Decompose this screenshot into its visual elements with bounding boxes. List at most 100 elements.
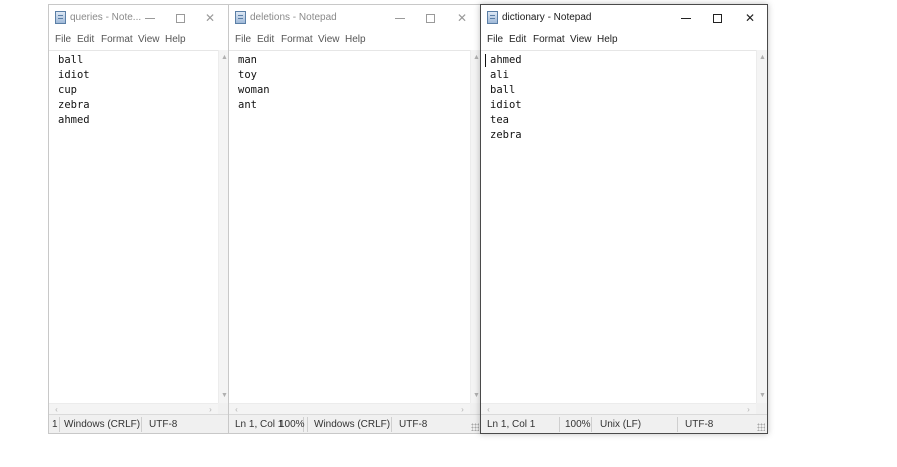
status-zoom: 100% bbox=[565, 419, 591, 430]
close-icon: ✕ bbox=[456, 11, 468, 25]
title-bar[interactable]: queries - Note... ✕ bbox=[49, 5, 229, 31]
minimize-icon bbox=[145, 17, 155, 19]
menu-view[interactable]: View bbox=[570, 34, 592, 45]
close-icon: ✕ bbox=[744, 11, 756, 25]
text-line: ball bbox=[490, 84, 516, 96]
window-title: deletions - Notepad bbox=[250, 12, 337, 23]
window-title: dictionary - Notepad bbox=[502, 12, 592, 23]
resize-grip-icon[interactable] bbox=[757, 423, 765, 431]
minimize-button[interactable] bbox=[385, 7, 415, 29]
text-line: ball bbox=[58, 54, 84, 66]
status-encoding: UTF-8 bbox=[399, 419, 428, 430]
close-button[interactable]: ✕ bbox=[195, 7, 225, 29]
horizontal-scrollbar[interactable]: ‹ › bbox=[49, 403, 218, 414]
status-divider bbox=[391, 417, 392, 432]
text-line: ahmed bbox=[58, 114, 90, 126]
menu-view[interactable]: View bbox=[318, 34, 340, 45]
text-line: idiot bbox=[58, 69, 90, 81]
notepad-window-queries[interactable]: queries - Note... ✕ File Edit Format Vie… bbox=[48, 4, 230, 434]
notepad-icon bbox=[235, 11, 246, 24]
minimize-button[interactable] bbox=[671, 7, 701, 29]
horizontal-scrollbar[interactable]: ‹ › bbox=[481, 403, 756, 414]
menu-format[interactable]: Format bbox=[533, 34, 565, 45]
text-line: cup bbox=[58, 84, 77, 96]
text-content: man toy woman ant bbox=[229, 51, 470, 113]
text-content: ball idiot cup zebra ahmed bbox=[49, 51, 218, 128]
text-line: man bbox=[238, 54, 257, 66]
text-line: woman bbox=[238, 84, 270, 96]
maximize-icon bbox=[425, 13, 435, 23]
text-editor[interactable]: ahmed ali ball idiot tea zebra bbox=[481, 50, 756, 403]
status-position: Ln 1, Col 1 bbox=[235, 419, 284, 430]
status-line-ending: Unix (LF) bbox=[600, 419, 642, 430]
title-bar[interactable]: dictionary - Notepad ✕ bbox=[481, 5, 767, 31]
status-divider bbox=[141, 417, 142, 432]
status-position: 1 bbox=[52, 419, 58, 430]
scroll-down-icon[interactable]: ▼ bbox=[757, 390, 767, 401]
menu-edit[interactable]: Edit bbox=[77, 34, 94, 45]
status-encoding: UTF-8 bbox=[685, 419, 714, 430]
minimize-icon bbox=[395, 17, 405, 19]
menu-view[interactable]: View bbox=[138, 34, 160, 45]
text-line: ali bbox=[490, 69, 509, 81]
text-line: toy bbox=[238, 69, 257, 81]
menu-edit[interactable]: Edit bbox=[257, 34, 274, 45]
maximize-button[interactable] bbox=[702, 7, 732, 29]
menu-bar: File Edit Format View Help bbox=[481, 31, 767, 50]
maximize-icon bbox=[175, 13, 185, 23]
close-icon: ✕ bbox=[204, 11, 216, 25]
resize-grip-icon[interactable] bbox=[471, 423, 479, 431]
menu-bar: File Edit Format View Help bbox=[49, 31, 229, 50]
text-line: zebra bbox=[58, 99, 90, 111]
maximize-button[interactable] bbox=[415, 7, 445, 29]
text-line: zebra bbox=[490, 129, 522, 141]
menu-file[interactable]: File bbox=[487, 34, 503, 45]
notepad-window-dictionary[interactable]: dictionary - Notepad ✕ File Edit Format … bbox=[480, 4, 768, 434]
status-zoom: 100% bbox=[279, 419, 305, 430]
maximize-icon bbox=[712, 13, 722, 23]
scrollbar-corner bbox=[756, 403, 767, 414]
status-position: Ln 1, Col 1 bbox=[487, 419, 536, 430]
close-button[interactable]: ✕ bbox=[735, 7, 765, 29]
status-divider bbox=[677, 417, 678, 432]
window-title: queries - Note... bbox=[70, 12, 142, 23]
text-editor[interactable]: ball idiot cup zebra ahmed bbox=[49, 50, 218, 403]
menu-format[interactable]: Format bbox=[281, 34, 313, 45]
status-divider bbox=[59, 417, 60, 432]
notepad-icon bbox=[487, 11, 498, 24]
text-line: idiot bbox=[490, 99, 522, 111]
menu-edit[interactable]: Edit bbox=[509, 34, 526, 45]
menu-file[interactable]: File bbox=[55, 34, 71, 45]
text-content: ahmed ali ball idiot tea zebra bbox=[481, 51, 756, 143]
vertical-scrollbar[interactable]: ▲ ▼ bbox=[756, 50, 767, 403]
status-line-ending: Windows (CRLF) bbox=[314, 419, 391, 430]
text-line: tea bbox=[490, 114, 509, 126]
status-divider bbox=[591, 417, 592, 432]
notepad-icon bbox=[55, 11, 66, 24]
status-bar: Ln 1, Col 1 100% Unix (LF) UTF-8 bbox=[481, 414, 767, 433]
close-button[interactable]: ✕ bbox=[447, 7, 477, 29]
menu-help[interactable]: Help bbox=[597, 34, 618, 45]
menu-file[interactable]: File bbox=[235, 34, 251, 45]
text-line: ahmed bbox=[490, 54, 522, 66]
menu-bar: File Edit Format View Help bbox=[229, 31, 481, 50]
menu-help[interactable]: Help bbox=[165, 34, 186, 45]
menu-format[interactable]: Format bbox=[101, 34, 133, 45]
scroll-up-icon[interactable]: ▲ bbox=[757, 52, 767, 63]
status-line-ending: Windows (CRLF) bbox=[64, 419, 141, 430]
menu-help[interactable]: Help bbox=[345, 34, 366, 45]
status-divider bbox=[559, 417, 560, 432]
status-encoding: UTF-8 bbox=[149, 419, 178, 430]
status-bar: 1 Windows (CRLF) UTF-8 bbox=[49, 414, 229, 433]
horizontal-scrollbar[interactable]: ‹ › bbox=[229, 403, 470, 414]
maximize-button[interactable] bbox=[165, 7, 195, 29]
minimize-button[interactable] bbox=[135, 7, 165, 29]
text-editor[interactable]: man toy woman ant bbox=[229, 50, 470, 403]
title-bar[interactable]: deletions - Notepad ✕ bbox=[229, 5, 481, 31]
text-line: ant bbox=[238, 99, 257, 111]
text-caret bbox=[485, 54, 486, 67]
status-bar: Ln 1, Col 1 100% Windows (CRLF) UTF-8 bbox=[229, 414, 481, 433]
status-divider bbox=[307, 417, 308, 432]
minimize-icon bbox=[681, 17, 691, 19]
notepad-window-deletions[interactable]: deletions - Notepad ✕ File Edit Format V… bbox=[228, 4, 482, 434]
